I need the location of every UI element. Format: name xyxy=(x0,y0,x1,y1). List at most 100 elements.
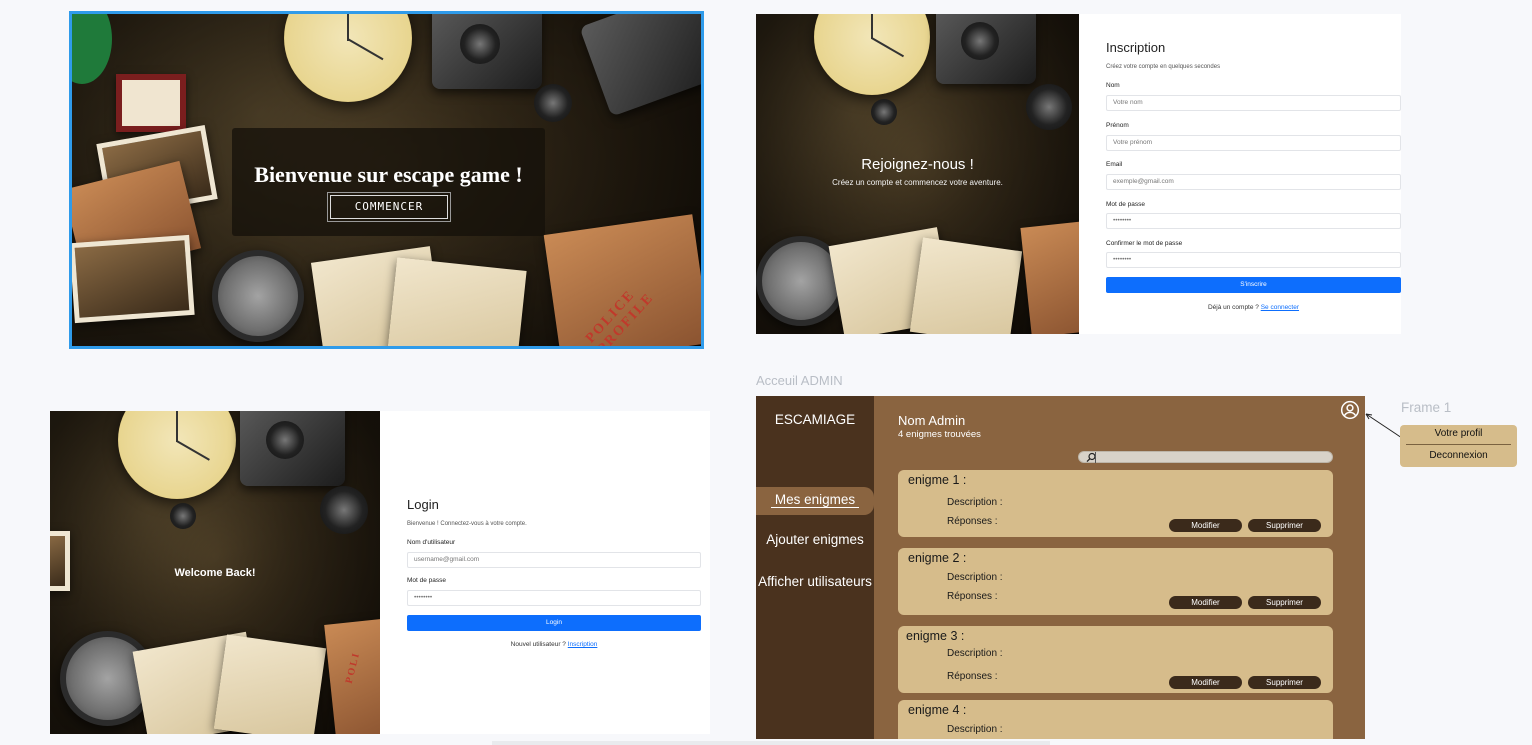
menu-item-logout[interactable]: Deconnexion xyxy=(1400,450,1517,461)
admin-name: Nom Admin xyxy=(898,413,966,428)
form-subtitle: Bienvenue ! Connectez-vous à votre compt… xyxy=(407,521,527,527)
username-input[interactable]: username@gmail.com xyxy=(407,552,701,568)
edit-button[interactable]: Modifier xyxy=(1169,596,1242,609)
profile-dropdown: Votre profil Deconnexion xyxy=(1400,425,1517,467)
form-subtitle: Créez votre compte en quelques secondes xyxy=(1106,64,1221,70)
sidebar-item-label: Mes enigmes xyxy=(756,492,874,508)
enigme-card: enigme 3 : Description : Réponses : Modi… xyxy=(898,626,1333,693)
clock-decoration xyxy=(814,14,930,95)
typewriter-decoration xyxy=(579,14,701,117)
nom-input[interactable]: Votre nom xyxy=(1106,95,1401,111)
lamp-decoration xyxy=(72,14,112,84)
delete-button[interactable]: Supprimer xyxy=(1248,596,1321,609)
field-label-username: Nom d'utilisateur xyxy=(407,539,456,546)
sidebar-item-mes-enigmes[interactable]: Mes enigmes xyxy=(756,487,874,515)
login-footer: Nouvel utilisateur ? Inscription xyxy=(407,641,701,648)
envelope-decoration xyxy=(387,257,527,346)
envelope-decoration xyxy=(909,237,1023,334)
enigme-title: enigme 4 : xyxy=(908,703,967,717)
signup-form: Inscription Créez votre compte en quelqu… xyxy=(1079,14,1401,334)
enigme-description: Description : xyxy=(947,572,1003,583)
signup-footer: Déjà un compte ? Se connecter xyxy=(1106,304,1401,311)
welcome-title: Bienvenue sur escape game ! xyxy=(254,162,523,187)
reel-decoration xyxy=(320,486,368,534)
field-label-nom: Nom xyxy=(1106,82,1120,89)
enigme-description: Description : xyxy=(947,497,1003,508)
reel-decoration xyxy=(871,99,897,125)
envelope-decoration xyxy=(213,634,327,734)
login-button[interactable]: Login xyxy=(407,615,701,631)
field-label-password: Mot de passe xyxy=(407,577,447,584)
login-link[interactable]: Se connecter xyxy=(1261,304,1299,311)
password-input[interactable]: •••••••• xyxy=(1106,213,1401,229)
confirm-password-input[interactable]: •••••••• xyxy=(1106,252,1401,268)
enigme-answers: Réponses : xyxy=(947,516,998,527)
clock-decoration xyxy=(118,411,236,499)
user-circle-icon[interactable] xyxy=(1340,400,1360,420)
key-box-decoration xyxy=(116,74,186,132)
magnifier-decoration xyxy=(212,250,304,342)
signup-button[interactable]: S'inscrire xyxy=(1106,277,1401,293)
sidebar: ESCAMIAGE Mes enigmes Ajouter enigmes Af… xyxy=(756,396,874,739)
stamp-text: POLICE PROFILE xyxy=(583,287,658,346)
camera-decoration xyxy=(240,411,345,486)
welcome-overlay: Bienvenue sur escape game ! COMMENCER xyxy=(232,128,545,236)
photo-decoration xyxy=(50,531,70,591)
enigme-title: enigme 2 : xyxy=(908,551,967,565)
signup-hero-title: Rejoignez-nous ! xyxy=(861,156,974,173)
admin-home: ESCAMIAGE Mes enigmes Ajouter enigmes Af… xyxy=(756,396,1365,739)
frame-title-profile-menu: Frame 1 xyxy=(1401,400,1452,415)
delete-button[interactable]: Supprimer xyxy=(1248,519,1321,532)
clock-decoration xyxy=(284,14,412,102)
folder-decoration: POLI xyxy=(324,617,380,734)
enigme-card: enigme 1 : Description : Réponses : Modi… xyxy=(898,470,1333,537)
signup-hero-subtitle: Créez un compte et commencez votre avent… xyxy=(832,178,1003,187)
edit-button[interactable]: Modifier xyxy=(1169,519,1242,532)
connector-arrow-icon xyxy=(1365,413,1403,439)
menu-item-profile[interactable]: Votre profil xyxy=(1400,428,1517,439)
search-input[interactable] xyxy=(1078,451,1333,463)
frame-title-admin: Acceuil ADMIN xyxy=(756,373,843,388)
enigme-description: Description : xyxy=(947,724,1003,735)
enigme-card: enigme 2 : Description : Réponses : Modi… xyxy=(898,548,1333,615)
signup-link[interactable]: Inscription xyxy=(568,641,598,648)
enigme-count: 4 enigmes trouvées xyxy=(898,429,981,440)
login-hero-title: Welcome Back! xyxy=(174,567,256,579)
password-input[interactable]: •••••••• xyxy=(407,590,701,606)
footer-text: Déjà un compte ? xyxy=(1207,304,1261,311)
footer-text: Nouvel utilisateur ? xyxy=(510,641,568,648)
reel-decoration xyxy=(170,503,196,529)
sidebar-item-afficher-utilisateurs[interactable]: Afficher utilisateurs xyxy=(756,574,874,589)
enigme-title: enigme 1 : xyxy=(908,473,967,487)
reel-decoration xyxy=(534,84,572,122)
delete-button[interactable]: Supprimer xyxy=(1248,676,1321,689)
enigme-answers: Réponses : xyxy=(947,591,998,602)
police-folder-decoration: POLICE PROFILE xyxy=(543,214,701,346)
enigme-card: enigme 4 : Description : xyxy=(898,700,1333,739)
field-label-confirm-password: Confirmer le mot de passe xyxy=(1106,240,1183,247)
enigme-description: Description : xyxy=(947,648,1003,659)
start-button[interactable]: COMMENCER xyxy=(327,192,451,222)
email-input[interactable]: exemple@gmail.com xyxy=(1106,174,1401,190)
field-label-password: Mot de passe xyxy=(1106,201,1146,208)
reel-decoration xyxy=(1026,84,1072,130)
photo-decoration xyxy=(72,234,195,324)
login-hero-image: POLI Welcome Back! xyxy=(50,411,380,734)
prenom-input[interactable]: Votre prénom xyxy=(1106,135,1401,151)
edit-button[interactable]: Modifier xyxy=(1169,676,1242,689)
stamp-text: POLI xyxy=(343,650,363,685)
search-divider xyxy=(1095,452,1096,463)
brand-title: ESCAMIAGE xyxy=(774,412,856,427)
form-title: Inscription xyxy=(1106,40,1166,55)
form-title: Login xyxy=(407,497,439,512)
canvas-scrollbar[interactable] xyxy=(492,741,1050,745)
sidebar-item-ajouter-enigmes[interactable]: Ajouter enigmes xyxy=(756,532,874,547)
enigme-answers: Réponses : xyxy=(947,671,998,682)
menu-divider xyxy=(1406,444,1511,445)
camera-decoration xyxy=(432,14,542,89)
enigme-title: enigme 3 : xyxy=(906,629,965,643)
folder-decoration xyxy=(1020,220,1079,334)
signup-hero-image: Rejoignez-nous ! Créez un compte et comm… xyxy=(756,14,1079,334)
welcome-screen: POLICE PROFILE Bienvenue sur escape game… xyxy=(69,11,704,349)
camera-decoration xyxy=(936,14,1036,84)
